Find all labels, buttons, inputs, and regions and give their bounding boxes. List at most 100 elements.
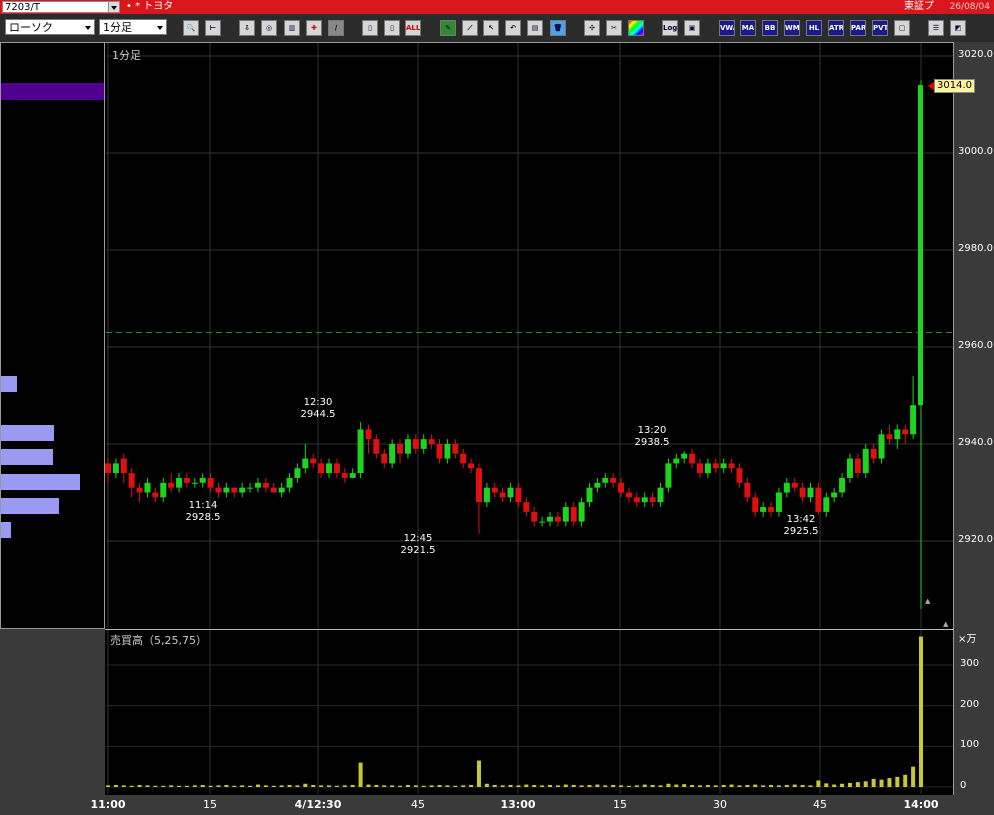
candle-body [207,477,214,488]
volume-bar [713,785,718,787]
candle-body [807,487,814,498]
volume-bar [626,785,631,787]
volume-bar [445,785,450,787]
candle-body [720,463,727,469]
scroll-up-arrow-icon[interactable]: ▲ [943,620,948,628]
candle-body [823,497,830,512]
candle-body [610,477,617,483]
scroll-up-arrow-icon[interactable]: ▲ [925,597,930,605]
candle-body [633,497,640,503]
volume-bar [240,785,245,787]
candle-body [491,487,498,493]
candle-body [744,482,751,498]
volume-bar [177,785,182,787]
volume-bar [350,784,355,787]
candle-body [452,444,459,454]
candle-body [373,439,380,454]
candle-body [468,463,475,469]
time-tick-label: 45 [813,798,827,811]
volume-bar [405,784,410,787]
volume-bar [279,785,284,787]
time-tick-label: 4/12:30 [294,798,342,811]
time-tick-label: 13:00 [500,798,536,811]
volume-bar [366,784,371,787]
candle-body [910,405,917,435]
volume-bar [311,784,316,787]
candle-body [199,477,206,483]
candle-body [302,458,309,469]
candle-body [578,502,585,522]
time-tick-label: 11:00 [90,798,126,811]
annotation-price: 2928.5 [185,512,221,523]
candle-body [791,482,798,488]
candle-body [531,511,538,522]
volume-bar [508,784,513,787]
volume-bar [319,785,324,787]
candle-body [105,463,111,474]
candle-body [191,482,198,484]
time-tick-label: 15 [203,798,217,811]
price-tick-label: 2920.0 [958,534,993,545]
volume-bar [737,785,742,787]
volume-bar [919,636,923,787]
volume-bar [153,785,158,787]
volume-bar [682,784,687,787]
candle-body [389,444,396,464]
candle-body [799,487,806,498]
candle-body [160,482,167,498]
volume-bar [579,785,584,787]
candle-body [625,492,632,498]
candle-body [586,487,593,503]
volume-bar [619,785,624,787]
candle-body [294,468,301,478]
volume-bar [832,784,837,787]
candle-body [594,482,601,488]
volume-bar [200,784,205,787]
volume-bar [461,785,466,787]
candle-body [412,439,419,449]
volume-bar [224,784,229,787]
candle-body [176,477,183,488]
candle-body [523,502,530,512]
candle-body [239,487,246,493]
candle-body [460,453,467,464]
candle-body [515,487,522,503]
chart-svg [105,43,953,794]
volume-tick-label: 100 [960,739,980,751]
volume-bar [642,784,647,787]
volume-bar [413,785,418,787]
volume-bar [792,784,797,787]
candle-body [602,477,609,483]
volume-tick-label: 200 [960,698,980,710]
volume-bar [421,785,426,787]
candle-body [286,477,293,488]
volume-bar [437,784,442,787]
volume-bar [500,785,505,787]
volume-bar [847,782,852,787]
annotation-price: 2938.5 [634,437,670,448]
volume-bar [145,785,150,787]
candle-body [483,487,490,503]
candle-body [846,458,853,478]
candle-body [862,448,869,474]
candle-body [539,521,546,523]
volume-bar [776,785,781,787]
candle-body [333,463,340,474]
volume-bar [358,762,363,787]
annotation-price: 2921.5 [400,545,436,556]
volume-bar [753,784,758,787]
candle-body [736,468,743,483]
candle-body [128,473,135,488]
volume-bar [484,783,489,787]
price-annotation: 12:45 2921.5 [401,533,436,557]
price-annotation: 12:30 2944.5 [301,397,336,421]
candle-body [775,492,782,512]
volume-bar [192,785,197,787]
volume-bar [429,785,434,787]
volume-bar [674,784,679,787]
candle-body [657,487,664,503]
candle-body [783,482,790,493]
annotation-time: 13:42 [786,514,816,525]
volume-bar [911,766,916,787]
candle-body [665,463,672,488]
